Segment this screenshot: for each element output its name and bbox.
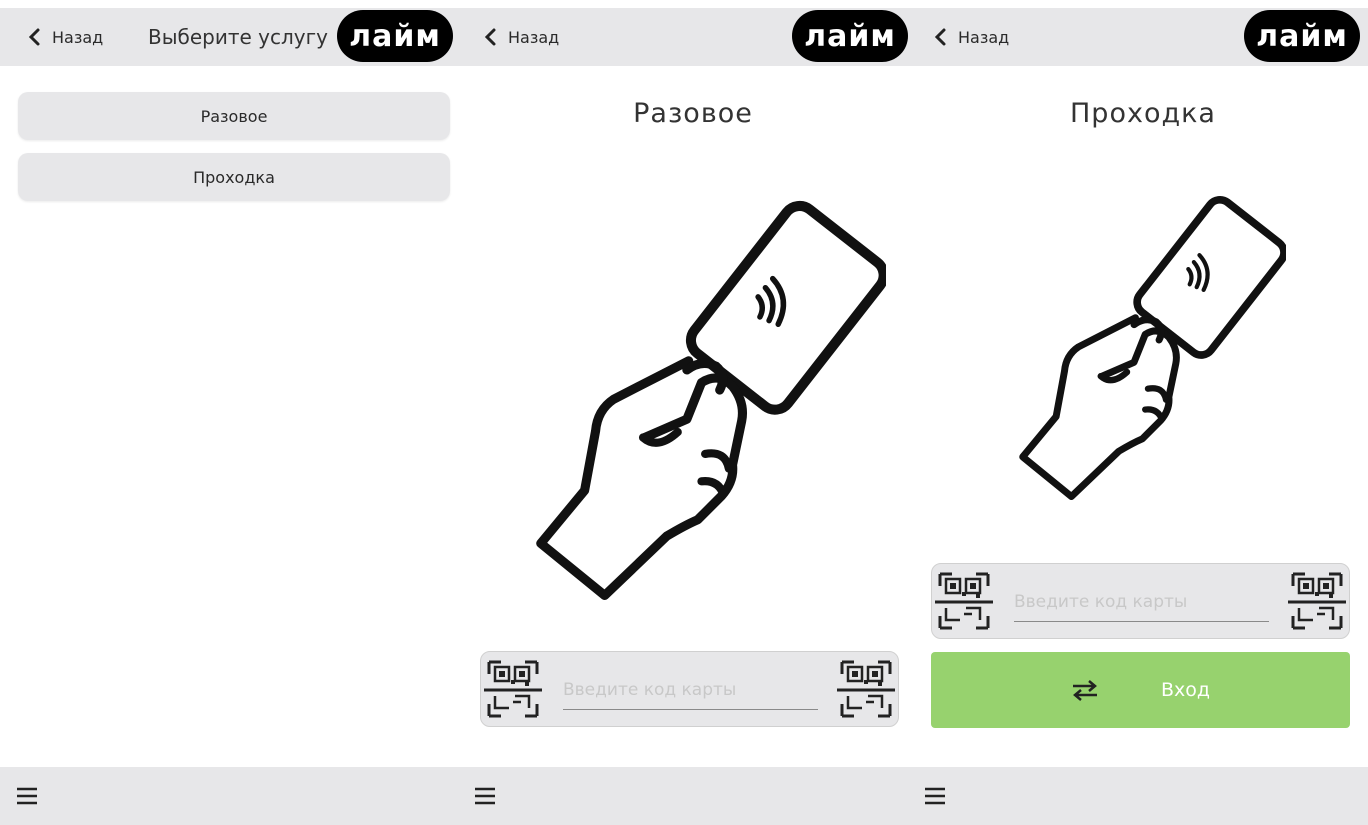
top-bar: Назад лайм (918, 8, 1368, 66)
top-bar: Назад лайм (468, 8, 918, 66)
bottom-bar (468, 767, 918, 825)
page-title: Выберите услугу (148, 25, 328, 49)
logo-text: лайм (1256, 18, 1348, 54)
top-bar: Назад Выберите услугу лайм (0, 8, 468, 66)
hand-card-nfc-icon (996, 180, 1286, 500)
enter-button[interactable]: Вход (931, 652, 1350, 728)
chevron-left-icon (484, 28, 496, 46)
enter-label: Вход (1160, 679, 1211, 701)
chevron-left-icon (934, 28, 946, 46)
card-code-field (931, 563, 1350, 639)
pass-screen: Назад лайм Проходка Вход (918, 0, 1368, 825)
back-label: Назад (958, 27, 1010, 47)
service-button-prohodka[interactable]: Проходка (18, 153, 450, 201)
menu-icon[interactable] (924, 786, 946, 806)
qr-scan-icon[interactable] (934, 570, 994, 632)
menu-icon[interactable] (474, 786, 496, 806)
qr-scan-icon[interactable] (1287, 570, 1347, 632)
lime-logo: лайм (337, 10, 453, 62)
single-visit-screen: Назад лайм Разовое (468, 0, 918, 825)
hand-card-nfc-icon (506, 180, 886, 600)
screen-title: Проходка (1070, 98, 1216, 129)
back-button[interactable]: Назад (24, 8, 103, 66)
card-code-input[interactable] (1014, 582, 1269, 622)
logo-text: лайм (349, 18, 441, 54)
back-label: Назад (508, 27, 560, 47)
bottom-bar (918, 767, 1368, 825)
menu-icon[interactable] (16, 786, 38, 806)
lime-logo: лайм (792, 10, 908, 62)
qr-scan-icon[interactable] (836, 658, 896, 720)
service-button-razovoe[interactable]: Разовое (18, 92, 450, 140)
logo-text: лайм (804, 18, 896, 54)
card-code-input[interactable] (563, 670, 818, 710)
back-label: Назад (52, 27, 104, 47)
back-button[interactable]: Назад (930, 8, 1009, 66)
screen-title: Разовое (633, 98, 753, 129)
service-select-screen: Назад Выберите услугу лайм Разовое Прохо… (0, 0, 468, 825)
lime-logo: лайм (1244, 10, 1360, 62)
qr-scan-icon[interactable] (483, 658, 543, 720)
chevron-left-icon (28, 28, 40, 46)
bottom-bar (0, 767, 468, 825)
swap-arrows-icon (1072, 680, 1097, 701)
back-button[interactable]: Назад (480, 8, 559, 66)
card-code-field (480, 651, 899, 727)
